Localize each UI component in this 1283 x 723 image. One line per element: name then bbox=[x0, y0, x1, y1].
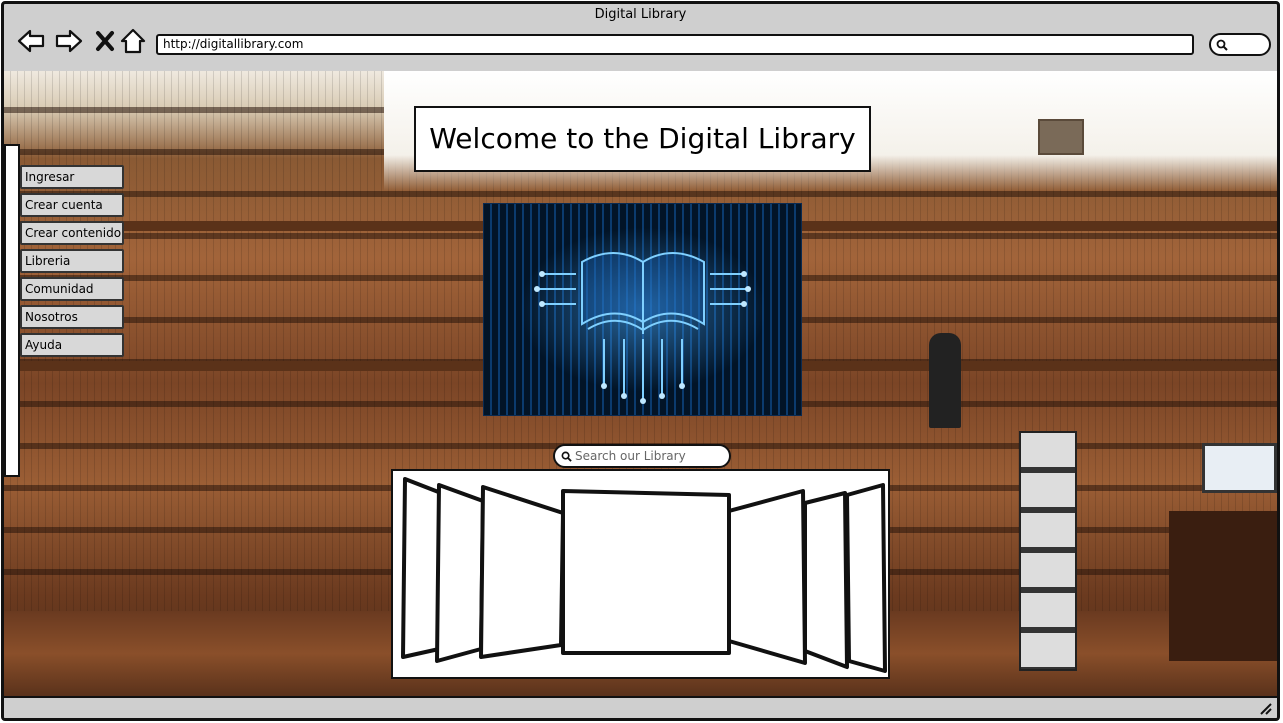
menu-item-ingresar[interactable]: Ingresar bbox=[20, 165, 124, 189]
browser-search-box[interactable] bbox=[1209, 33, 1271, 56]
menu-item-libreria[interactable]: Libreria bbox=[20, 249, 124, 273]
window-title: Digital Library bbox=[594, 7, 687, 22]
cover-left-4 bbox=[401, 477, 443, 659]
cover-right-3 bbox=[803, 491, 849, 669]
page-viewport: Welcome to the Digital Library Ingresar … bbox=[4, 71, 1277, 696]
menu-item-ayuda[interactable]: Ayuda bbox=[20, 333, 124, 357]
forward-arrow-icon[interactable] bbox=[54, 26, 84, 56]
address-bar[interactable]: http://digitallibrary.com bbox=[156, 34, 1194, 55]
page-title: Welcome to the Digital Library bbox=[414, 106, 871, 172]
home-icon[interactable] bbox=[118, 26, 148, 56]
main-menu: Ingresar Crear cuenta Crear contenido Li… bbox=[20, 165, 124, 361]
ceiling-vent bbox=[1038, 119, 1084, 155]
browser-window: Digital Library http://digitallibrary.co… bbox=[1, 1, 1280, 721]
cover-right-4 bbox=[845, 483, 887, 673]
photographer-figure bbox=[929, 333, 961, 428]
cover-right-2 bbox=[727, 489, 807, 665]
menu-item-crear-contenido[interactable]: Crear contenido bbox=[20, 221, 124, 245]
computer-monitor bbox=[1202, 443, 1277, 493]
sidebar-scrollbar[interactable] bbox=[4, 144, 20, 477]
status-bar bbox=[4, 696, 1277, 718]
cover-center bbox=[561, 489, 731, 655]
cover-left-3 bbox=[435, 483, 485, 663]
resize-grip-icon[interactable] bbox=[1259, 702, 1273, 716]
service-desk bbox=[1169, 511, 1277, 661]
library-search-field[interactable] bbox=[553, 444, 731, 468]
menu-item-nosotros[interactable]: Nosotros bbox=[20, 305, 124, 329]
back-arrow-icon[interactable] bbox=[16, 26, 46, 56]
menu-item-comunidad[interactable]: Comunidad bbox=[20, 277, 124, 301]
digital-book-image bbox=[483, 203, 802, 416]
menu-item-crear-cuenta[interactable]: Crear cuenta bbox=[20, 193, 124, 217]
cover-flow-carousel[interactable] bbox=[391, 469, 890, 679]
search-input[interactable] bbox=[575, 447, 725, 465]
magazine-rack bbox=[1019, 431, 1077, 671]
close-x-icon[interactable] bbox=[90, 26, 120, 56]
cover-left-2 bbox=[479, 485, 565, 659]
search-icon bbox=[561, 451, 572, 462]
magnifier-icon bbox=[1216, 39, 1228, 51]
